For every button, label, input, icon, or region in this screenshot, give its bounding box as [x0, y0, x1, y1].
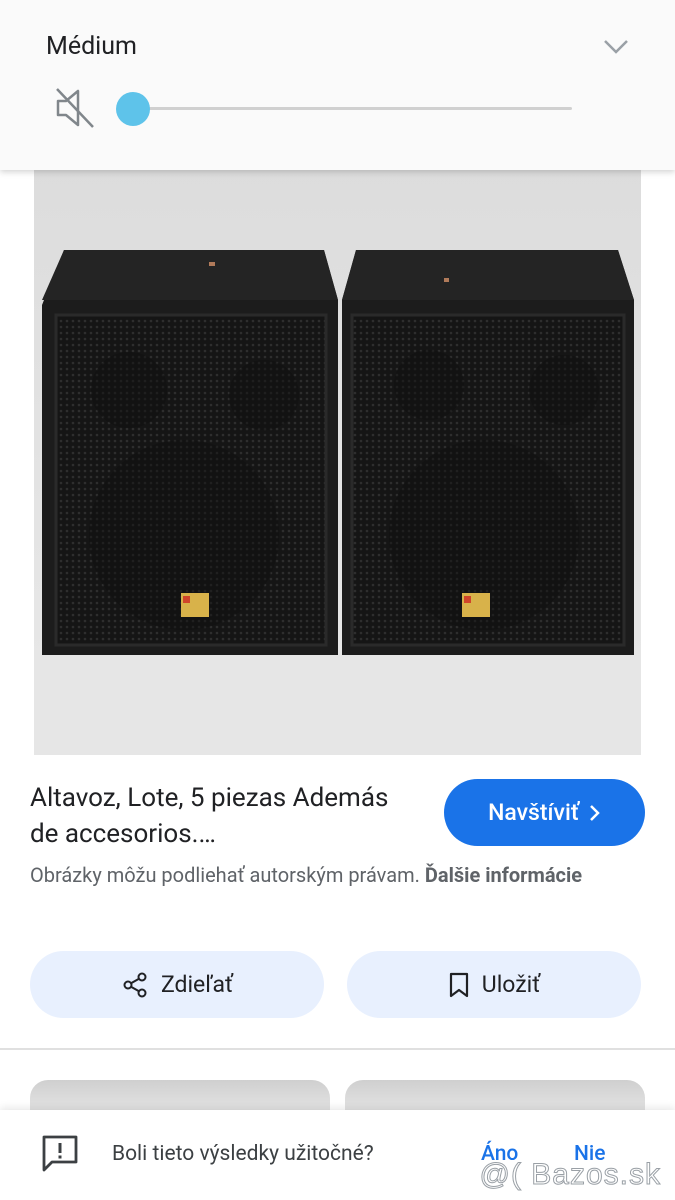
- visit-button-label: Navštíviť: [488, 799, 579, 826]
- copyright-notice: Obrázky môžu podliehať autorským právam.…: [30, 860, 590, 890]
- save-label: Uložiť: [481, 971, 541, 998]
- feedback-question: Boli tieto výsledky užitočné?: [112, 1142, 374, 1166]
- volume-panel: Médium: [0, 0, 675, 170]
- chevron-right-icon: [590, 804, 600, 821]
- volume-title: Médium: [46, 32, 137, 61]
- speaker-muted-icon[interactable]: [54, 86, 96, 130]
- feedback-icon: [42, 1135, 78, 1172]
- speaker-left: [42, 250, 338, 655]
- feedback-bar: Boli tieto výsledky užitočné? Áno Nie @(…: [0, 1110, 675, 1200]
- share-icon: [123, 972, 147, 997]
- result-image[interactable]: [34, 150, 641, 755]
- visit-button[interactable]: Navštíviť: [444, 779, 645, 846]
- bookmark-icon: [449, 972, 468, 997]
- more-info-link[interactable]: Ďalšie informácie: [425, 863, 582, 887]
- volume-slider-track[interactable]: [132, 107, 572, 110]
- volume-slider-thumb[interactable]: [116, 92, 150, 126]
- share-label: Zdieľať: [160, 971, 234, 998]
- share-button[interactable]: Zdieľať: [30, 951, 324, 1018]
- divider: [0, 1048, 675, 1050]
- watermark: @( Bazos.sk: [479, 1158, 661, 1192]
- copyright-text: Obrázky môžu podliehať autorským právam.: [30, 863, 420, 887]
- speaker-right: [342, 250, 634, 655]
- save-button[interactable]: Uložiť: [347, 951, 641, 1018]
- chevron-down-icon[interactable]: [603, 38, 629, 56]
- result-title[interactable]: Altavoz, Lote, 5 piezas Además de acceso…: [30, 780, 420, 852]
